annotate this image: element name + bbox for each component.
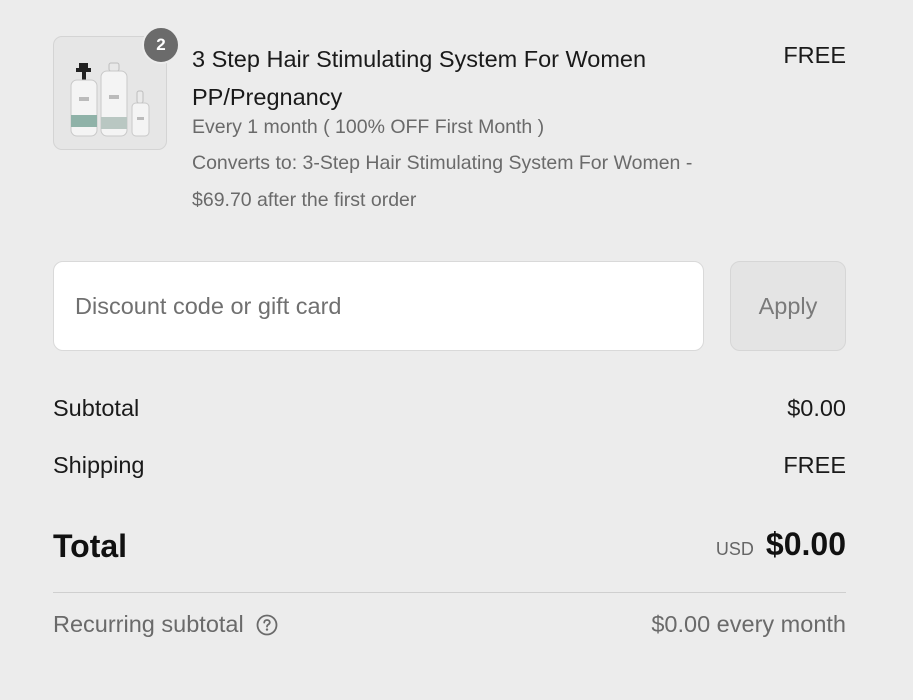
converts-to-price: $69.70 after the first order	[192, 189, 417, 211]
converts-to-text: Converts to: 3-Step Hair Stimulating Sys…	[192, 152, 693, 174]
order-summary: 2 3 Step Hair Stimulating System For Wom…	[0, 0, 913, 700]
discount-code-input[interactable]	[53, 261, 704, 351]
recurring-subtotal-label: Recurring subtotal	[53, 611, 244, 637]
question-circle-icon[interactable]	[256, 614, 278, 636]
shipping-value: FREE	[783, 452, 846, 478]
recurring-subtotal-row: Recurring subtotal	[53, 611, 278, 638]
shipping-label: Shipping	[53, 452, 145, 478]
total-amount: $0.00	[765, 526, 846, 562]
apply-discount-button[interactable]: Apply	[730, 261, 846, 351]
line-item: 2 3 Step Hair Stimulating System For Wom…	[53, 26, 846, 216]
currency-code: USD	[715, 539, 754, 559]
total-label: Total	[53, 528, 128, 564]
subtotal-label: Subtotal	[53, 395, 140, 421]
subtotal-value: $0.00	[787, 395, 846, 421]
product-thumbnail: 2	[53, 26, 180, 150]
quantity-badge: 2	[142, 26, 180, 64]
product-price: FREE	[783, 42, 846, 68]
total-value-group: USD $0.00	[716, 526, 846, 563]
divider	[53, 592, 846, 593]
subscription-frequency: Every 1 month ( 100% OFF First Month )	[192, 116, 545, 138]
product-title: 3 Step Hair Stimulating System For Women…	[192, 46, 647, 110]
recurring-subtotal-value: $0.00 every month	[651, 611, 846, 637]
